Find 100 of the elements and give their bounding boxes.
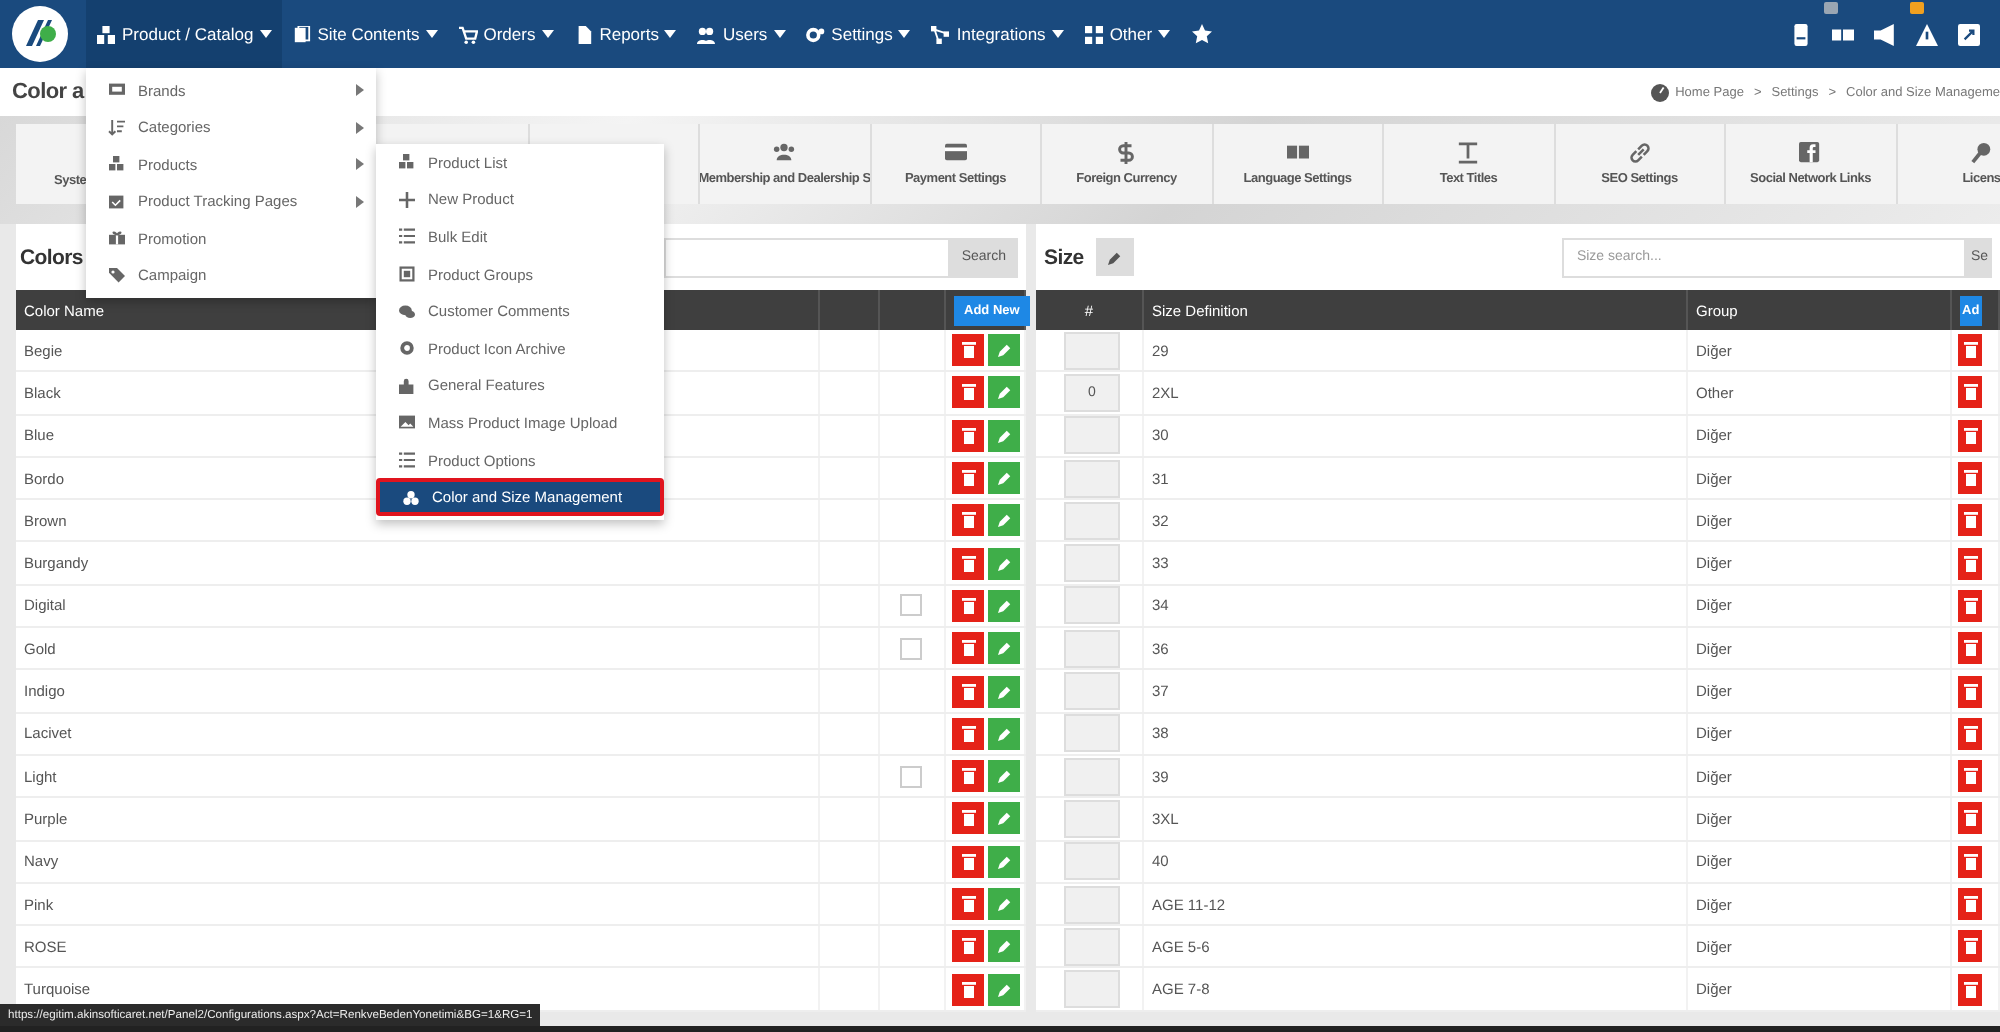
delete-button[interactable] bbox=[1958, 462, 1982, 495]
delete-button[interactable] bbox=[952, 888, 984, 920]
order-field[interactable] bbox=[1064, 799, 1120, 838]
delete-button[interactable] bbox=[952, 376, 984, 409]
delete-button[interactable] bbox=[952, 675, 984, 708]
order-field[interactable] bbox=[1064, 842, 1120, 881]
delete-button[interactable] bbox=[1958, 973, 1982, 1006]
order-field[interactable] bbox=[1064, 586, 1120, 625]
pencil-icon bbox=[997, 853, 1011, 870]
delete-button[interactable] bbox=[1958, 632, 1982, 665]
delete-button[interactable] bbox=[1958, 888, 1982, 920]
delete-button[interactable] bbox=[952, 504, 984, 537]
delete-button[interactable] bbox=[1958, 376, 1982, 409]
notification-badge bbox=[1910, 1, 1924, 13]
dollar-icon bbox=[1114, 142, 1139, 164]
nav-menu-item[interactable]: Product / Catalog bbox=[86, 0, 282, 68]
order-field[interactable] bbox=[1064, 459, 1120, 498]
search-field[interactable] bbox=[663, 237, 950, 277]
panel-title: Size bbox=[1044, 245, 1084, 269]
trash-icon bbox=[961, 427, 975, 444]
order-field[interactable] bbox=[1064, 416, 1120, 455]
delete-button[interactable] bbox=[952, 547, 984, 580]
edit-button[interactable] bbox=[1095, 238, 1134, 276]
checkbox[interactable] bbox=[900, 594, 922, 617]
delete-button[interactable] bbox=[1958, 334, 1982, 367]
pencil-icon bbox=[997, 470, 1011, 487]
delete-button[interactable] bbox=[1958, 845, 1982, 878]
trash-icon bbox=[961, 810, 975, 827]
delete-button[interactable] bbox=[952, 930, 984, 963]
order-field[interactable] bbox=[1064, 970, 1120, 1009]
delete-button[interactable] bbox=[1958, 547, 1982, 580]
delete-button[interactable] bbox=[952, 419, 984, 452]
pencil-icon bbox=[997, 981, 1011, 998]
delete-button[interactable] bbox=[1958, 419, 1982, 452]
document-icon bbox=[573, 25, 594, 43]
delete-button[interactable] bbox=[1958, 717, 1982, 750]
logo[interactable] bbox=[12, 6, 68, 62]
delete-button[interactable] bbox=[952, 589, 984, 622]
trash-icon bbox=[1963, 981, 1977, 998]
trash-icon bbox=[1963, 938, 1977, 955]
delete-button[interactable] bbox=[952, 760, 984, 793]
document-icon[interactable] bbox=[1790, 23, 1812, 45]
delete-button[interactable] bbox=[1958, 760, 1982, 793]
delete-button[interactable] bbox=[1958, 504, 1982, 537]
nav-menu-item[interactable]: Integrations bbox=[920, 0, 1074, 68]
delete-button[interactable] bbox=[1958, 589, 1982, 622]
trash-icon bbox=[961, 725, 975, 742]
order-field[interactable] bbox=[1064, 544, 1120, 583]
order-field[interactable] bbox=[1064, 629, 1120, 668]
delete-button[interactable] bbox=[952, 462, 984, 495]
pencil-icon bbox=[997, 555, 1011, 572]
notification-badge bbox=[1824, 1, 1838, 13]
order-field[interactable] bbox=[1064, 501, 1120, 540]
pencil-icon bbox=[1107, 249, 1122, 265]
trash-icon bbox=[1963, 896, 1977, 912]
delete-button[interactable] bbox=[952, 632, 984, 665]
caret-icon bbox=[259, 30, 272, 38]
caret-icon bbox=[664, 30, 677, 38]
pages-icon bbox=[291, 25, 312, 43]
pencil-icon bbox=[997, 725, 1011, 742]
order-field[interactable] bbox=[1064, 714, 1120, 753]
order-field[interactable] bbox=[1064, 757, 1120, 796]
checkbox[interactable] bbox=[900, 637, 922, 660]
trash-icon bbox=[961, 768, 975, 785]
page-title: Color a bbox=[12, 80, 84, 104]
delete-button[interactable] bbox=[1958, 675, 1982, 708]
nav-menu-item[interactable]: Other bbox=[1073, 0, 1181, 68]
caret-icon bbox=[773, 30, 786, 38]
nav-menu-item[interactable]: Site Contents bbox=[281, 0, 448, 68]
delete-button[interactable] bbox=[952, 845, 984, 878]
pencil-icon bbox=[997, 512, 1011, 529]
expand-icon[interactable] bbox=[1958, 23, 1980, 45]
nav-menu-item[interactable]: Settings bbox=[795, 0, 921, 68]
delete-button[interactable] bbox=[1958, 802, 1982, 835]
delete-button[interactable] bbox=[952, 717, 984, 750]
star-icon[interactable] bbox=[1192, 24, 1213, 44]
nav-menu-item[interactable]: Users bbox=[686, 0, 796, 68]
megaphone-icon[interactable] bbox=[1874, 23, 1896, 45]
key-icon bbox=[1969, 142, 1994, 164]
trash-icon bbox=[1963, 768, 1977, 785]
order-field[interactable] bbox=[1064, 927, 1120, 966]
warning-icon[interactable] bbox=[1916, 23, 1938, 45]
list-icon bbox=[398, 452, 416, 469]
trash-icon bbox=[1963, 640, 1977, 657]
delete-button[interactable] bbox=[952, 802, 984, 835]
order-field[interactable] bbox=[1064, 331, 1120, 370]
trash-icon bbox=[961, 853, 975, 870]
order-field[interactable] bbox=[1064, 672, 1120, 711]
comments-icon bbox=[398, 303, 416, 320]
delete-button[interactable] bbox=[952, 334, 984, 367]
nav-menu-item[interactable]: Reports bbox=[563, 0, 687, 68]
delete-button[interactable] bbox=[952, 973, 984, 1006]
delete-button[interactable] bbox=[1958, 930, 1982, 963]
checkbox[interactable] bbox=[900, 765, 922, 788]
nav-menu-item[interactable]: Orders bbox=[447, 0, 564, 68]
trash-icon bbox=[1963, 555, 1977, 572]
cubes-icon bbox=[402, 489, 420, 506]
order-field[interactable] bbox=[1064, 885, 1120, 923]
object-group-icon bbox=[398, 266, 416, 283]
horizontal-scrollbar[interactable] bbox=[0, 1026, 2000, 1032]
